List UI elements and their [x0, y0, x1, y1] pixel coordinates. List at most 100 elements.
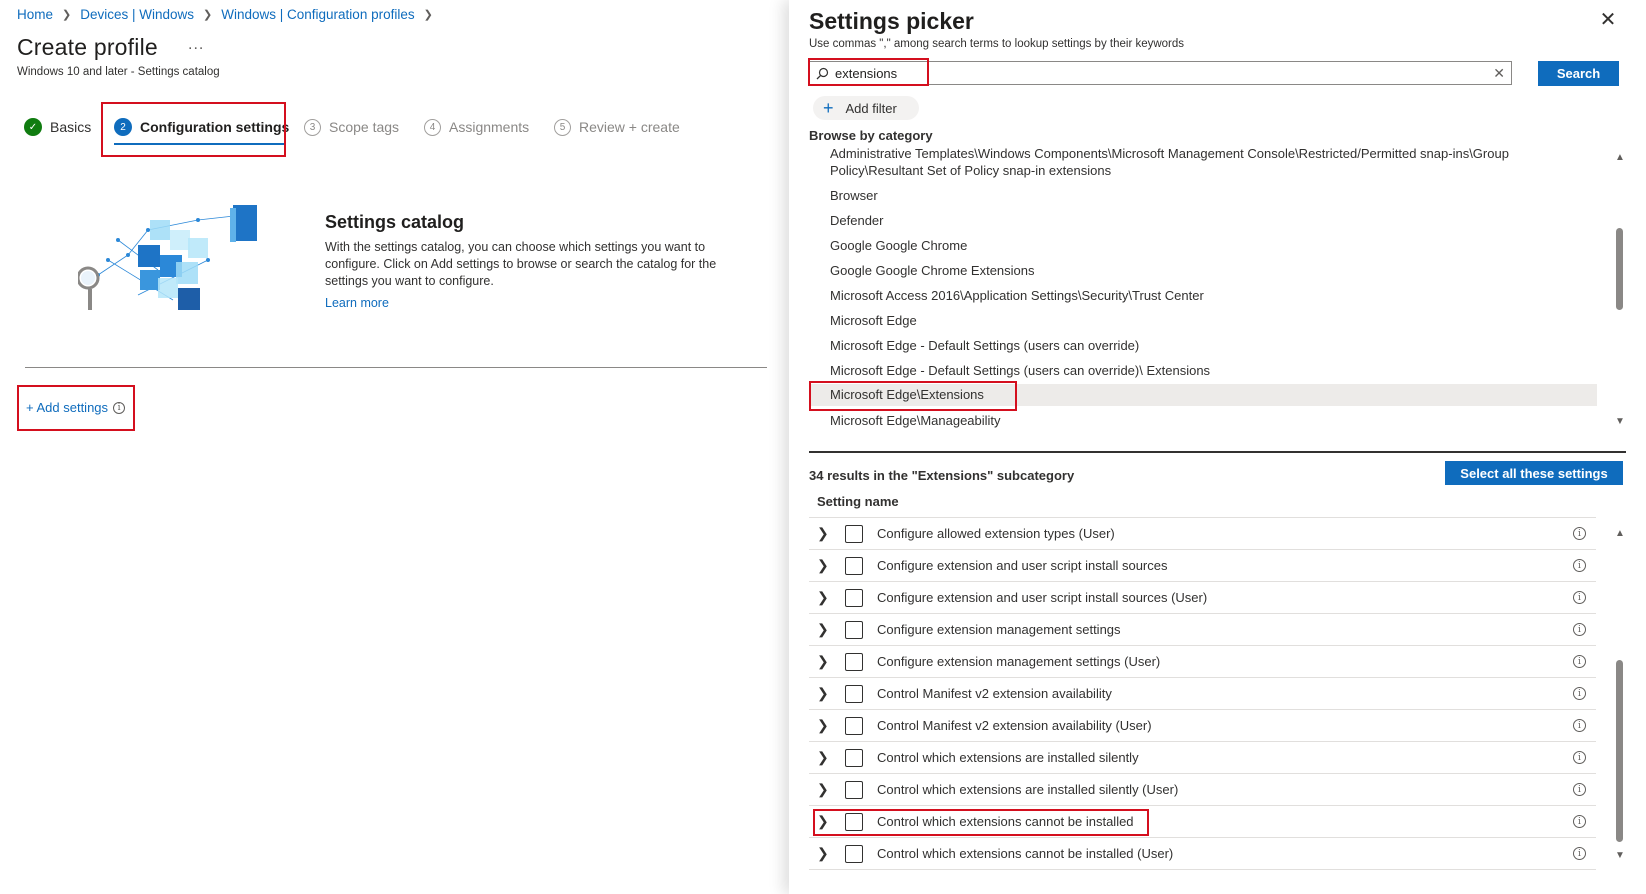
category-scrollbar-thumb[interactable]: [1616, 228, 1623, 310]
tab-assignments[interactable]: 4 Assignments: [424, 112, 529, 142]
chevron-right-icon: ❯: [62, 9, 72, 21]
step-label: Configuration settings: [140, 119, 290, 135]
breadcrumb-devices-windows[interactable]: Devices | Windows: [80, 7, 194, 22]
clear-search-icon[interactable]: ✕: [1493, 65, 1505, 82]
scroll-up-arrow-icon[interactable]: ▲: [1614, 528, 1626, 539]
info-icon[interactable]: i: [113, 401, 126, 414]
list-item-category[interactable]: Google Google Chrome Extensions: [809, 262, 1597, 279]
divider: [809, 451, 1626, 453]
add-settings-button[interactable]: + Add settings i: [26, 400, 126, 415]
list-item-category[interactable]: Microsoft Edge: [809, 312, 1597, 329]
list-item-category[interactable]: Microsoft Access 2016\Application Settin…: [809, 287, 1597, 304]
chevron-right-icon[interactable]: ❯: [817, 589, 829, 606]
setting-name: Control which extensions are installed s…: [877, 750, 1139, 765]
browse-by-category-label: Browse by category: [809, 128, 933, 143]
list-item-category[interactable]: Microsoft Edge - Default Settings (users…: [809, 362, 1597, 379]
setting-checkbox[interactable]: [845, 844, 863, 863]
search-input[interactable]: [835, 65, 1435, 81]
chevron-right-icon[interactable]: ❯: [817, 781, 829, 798]
scroll-up-arrow-icon[interactable]: ▲: [1614, 152, 1626, 163]
table-row: ❯ Configure extension management setting…: [809, 646, 1596, 678]
info-icon[interactable]: i: [1573, 655, 1586, 668]
step-label: Scope tags: [329, 119, 400, 135]
add-filter-button[interactable]: + Add filter: [813, 96, 919, 120]
chevron-right-icon[interactable]: ❯: [817, 621, 829, 638]
select-all-settings-button[interactable]: Select all these settings: [1445, 461, 1623, 485]
list-item-category[interactable]: Google Google Chrome: [809, 237, 1597, 254]
table-row: ❯ Control which extensions cannot be ins…: [809, 838, 1596, 870]
tab-review-create[interactable]: 5 Review + create: [554, 112, 680, 142]
list-item-category[interactable]: Microsoft Edge - Default Settings (users…: [809, 337, 1597, 354]
scroll-down-arrow-icon[interactable]: ▼: [1614, 850, 1626, 861]
table-row: ❯ Control Manifest v2 extension availabi…: [809, 678, 1596, 710]
setting-checkbox[interactable]: [845, 780, 863, 799]
list-item-category[interactable]: Browser: [809, 187, 1597, 204]
tab-scope-tags[interactable]: 3 Scope tags: [304, 112, 399, 142]
chevron-right-icon[interactable]: ❯: [817, 749, 829, 766]
chevron-right-icon[interactable]: ❯: [817, 525, 829, 542]
breadcrumb: Home ❯ Devices | Windows ❯ Windows | Con…: [17, 7, 442, 22]
info-icon[interactable]: i: [1573, 623, 1586, 636]
scroll-down-arrow-icon[interactable]: ▼: [1614, 416, 1626, 427]
list-item-category-selected[interactable]: Microsoft Edge\Extensions: [809, 384, 1597, 406]
setting-checkbox[interactable]: [845, 652, 863, 671]
info-icon[interactable]: i: [1573, 783, 1586, 796]
setting-checkbox[interactable]: [845, 556, 863, 575]
more-options-icon[interactable]: ...: [188, 36, 204, 54]
info-icon[interactable]: i: [1573, 559, 1586, 572]
settings-catalog-illustration: [78, 205, 257, 310]
info-icon[interactable]: i: [1573, 687, 1586, 700]
learn-more-link[interactable]: Learn more: [325, 296, 389, 310]
breadcrumb-home[interactable]: Home: [17, 7, 53, 22]
info-icon[interactable]: i: [1573, 815, 1586, 828]
search-box: ✕: [809, 61, 1512, 85]
info-icon[interactable]: i: [1573, 751, 1586, 764]
table-row: ❯ Configure extension and user script in…: [809, 582, 1596, 614]
chevron-right-icon[interactable]: ❯: [817, 813, 829, 830]
chevron-right-icon[interactable]: ❯: [817, 845, 829, 862]
setting-checkbox[interactable]: [845, 620, 863, 639]
setting-name: Control which extensions are installed s…: [877, 782, 1179, 797]
tab-basics[interactable]: ✓ Basics: [24, 112, 91, 142]
list-item-category[interactable]: Defender: [809, 212, 1597, 229]
page-title: Create profile: [17, 34, 158, 60]
category-list: Administrative Templates\Windows Compone…: [809, 145, 1597, 430]
close-icon[interactable]: ✕: [1597, 8, 1619, 31]
setting-checkbox[interactable]: [845, 524, 863, 543]
chevron-right-icon: ❯: [423, 9, 433, 21]
step-number-icon: 5: [554, 118, 571, 136]
setting-checkbox[interactable]: [845, 588, 863, 607]
step-label: Assignments: [449, 119, 530, 135]
create-profile-pane: Home ❯ Devices | Windows ❯ Windows | Con…: [0, 0, 788, 894]
info-icon[interactable]: i: [1573, 591, 1586, 604]
info-icon[interactable]: i: [1573, 847, 1586, 860]
step-label: Review + create: [579, 119, 680, 135]
chevron-right-icon[interactable]: ❯: [817, 685, 829, 702]
settings-catalog-title: Settings catalog: [325, 212, 465, 232]
setting-checkbox[interactable]: [845, 684, 863, 703]
chevron-right-icon[interactable]: ❯: [817, 717, 829, 734]
list-item-category[interactable]: Microsoft Edge\Manageability: [809, 412, 1597, 429]
setting-checkbox[interactable]: [845, 716, 863, 735]
column-header-setting-name: Setting name: [817, 494, 899, 509]
breadcrumb-configuration-profiles[interactable]: Windows | Configuration profiles: [221, 7, 414, 22]
search-button[interactable]: Search: [1538, 61, 1619, 86]
table-row: ❯ Control which extensions are installed…: [809, 774, 1596, 806]
setting-name: Configure extension and user script inst…: [877, 590, 1208, 605]
chevron-right-icon[interactable]: ❯: [817, 653, 829, 670]
info-icon[interactable]: i: [1573, 527, 1586, 540]
chevron-right-icon: ❯: [203, 9, 213, 21]
wizard-steps: ✓ Basics 2 Configuration settings 3 Scop…: [24, 112, 784, 146]
divider: [25, 367, 767, 368]
settings-picker-subtitle: Use commas "," among search terms to loo…: [809, 38, 1185, 50]
setting-name: Configure allowed extension types (User): [877, 526, 1115, 541]
tab-configuration-settings[interactable]: 2 Configuration settings: [114, 112, 289, 142]
info-icon[interactable]: i: [1573, 719, 1586, 732]
settings-scrollbar-thumb[interactable]: [1616, 660, 1623, 842]
setting-checkbox[interactable]: [845, 748, 863, 767]
setting-checkbox[interactable]: [845, 812, 863, 831]
step-label: Basics: [50, 119, 92, 135]
list-item-category[interactable]: Administrative Templates\Windows Compone…: [809, 145, 1509, 179]
step-number-icon: 2: [114, 118, 132, 136]
chevron-right-icon[interactable]: ❯: [817, 557, 829, 574]
